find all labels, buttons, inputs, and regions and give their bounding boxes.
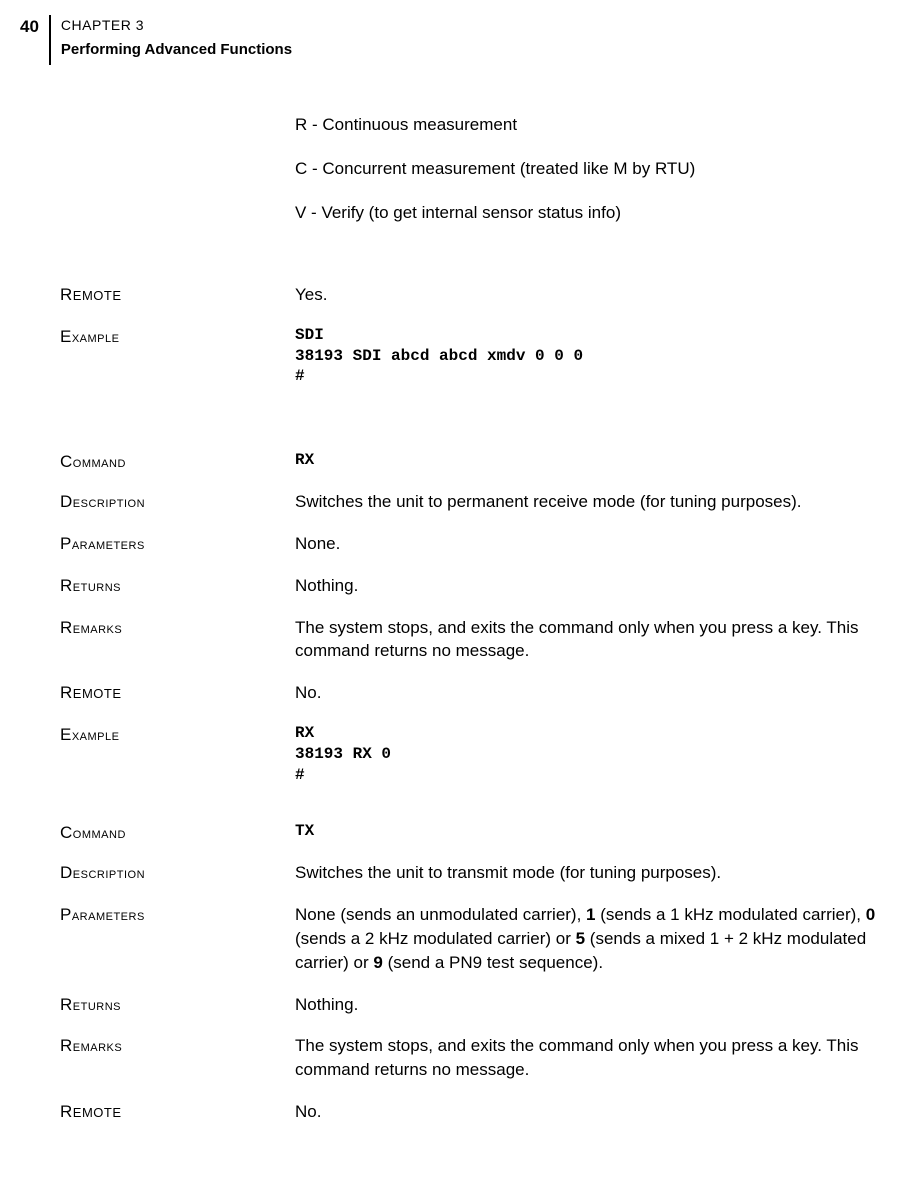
field-row-parameters: Parameters None. (60, 532, 879, 556)
bold-span: 0 (866, 905, 875, 924)
field-value: None. (295, 532, 879, 556)
field-value: Switches the unit to permanent receive m… (295, 490, 879, 514)
field-row-command: Command TX (60, 821, 879, 843)
text-span: None (sends an unmodulated carrier), (295, 905, 586, 924)
text-span: (sends a 2 kHz modulated carrier) or (295, 929, 576, 948)
field-value-parameters: None (sends an unmodulated carrier), 1 (… (295, 903, 879, 974)
field-label: Description (60, 490, 295, 512)
field-value-code: TX (295, 821, 879, 842)
field-row-parameters: Parameters None (sends an unmodulated ca… (60, 903, 879, 974)
field-value: Switches the unit to transmit mode (for … (295, 861, 879, 885)
content: R - Continuous measurement C - Concurren… (0, 65, 909, 1124)
field-label: Parameters (60, 532, 295, 554)
field-value-code: RX (295, 450, 879, 471)
field-label: REMOTE (60, 283, 295, 305)
intro-item: C - Concurrent measurement (treated like… (295, 159, 879, 179)
intro-item: V - Verify (to get internal sensor statu… (295, 203, 879, 223)
field-label: Command (60, 450, 295, 472)
field-value: No. (295, 681, 879, 705)
header-text: CHAPTER 3 Performing Advanced Functions (61, 15, 292, 58)
bold-span: 1 (586, 905, 595, 924)
field-label: Command (60, 821, 295, 843)
intro-item: R - Continuous measurement (295, 115, 879, 135)
field-value-code: RX 38193 RX 0 # (295, 723, 879, 785)
field-row-description: Description Switches the unit to permane… (60, 490, 879, 514)
field-row-remarks: Remarks The system stops, and exits the … (60, 1034, 879, 1082)
field-row-description: Description Switches the unit to transmi… (60, 861, 879, 885)
field-row-remote: REMOTE Yes. (60, 283, 879, 307)
field-row-example: Example RX 38193 RX 0 # (60, 723, 879, 785)
field-label: REMOTE (60, 681, 295, 703)
chapter-title: Performing Advanced Functions (61, 41, 292, 58)
field-label: Returns (60, 993, 295, 1015)
field-label: Remarks (60, 1034, 295, 1056)
field-value: The system stops, and exits the command … (295, 616, 879, 664)
page-number: 40 (0, 15, 49, 37)
intro-list: R - Continuous measurement C - Concurren… (295, 115, 879, 223)
text-span: (sends a 1 kHz modulated carrier), (596, 905, 866, 924)
field-value: No. (295, 1100, 879, 1124)
field-row-returns: Returns Nothing. (60, 574, 879, 598)
bold-span: 5 (576, 929, 585, 948)
field-label: Example (60, 723, 295, 745)
field-row-example: Example SDI 38193 SDI abcd abcd xmdv 0 0… (60, 325, 879, 387)
field-row-remote: REMOTE No. (60, 681, 879, 705)
field-row-remarks: Remarks The system stops, and exits the … (60, 616, 879, 664)
bold-span: 9 (373, 953, 382, 972)
header-divider (49, 15, 51, 65)
field-label: REMOTE (60, 1100, 295, 1122)
field-row-remote: REMOTE No. (60, 1100, 879, 1124)
field-label: Parameters (60, 903, 295, 925)
field-value: Nothing. (295, 993, 879, 1017)
chapter-label: CHAPTER 3 (61, 17, 292, 33)
field-value-code: SDI 38193 SDI abcd abcd xmdv 0 0 0 # (295, 325, 879, 387)
field-row-returns: Returns Nothing. (60, 993, 879, 1017)
field-row-command: Command RX (60, 450, 879, 472)
page-header: 40 CHAPTER 3 Performing Advanced Functio… (0, 0, 909, 65)
field-label: Returns (60, 574, 295, 596)
field-value: Nothing. (295, 574, 879, 598)
field-label: Description (60, 861, 295, 883)
field-value: Yes. (295, 283, 879, 307)
field-value: The system stops, and exits the command … (295, 1034, 879, 1082)
field-label: Example (60, 325, 295, 347)
text-span: (send a PN9 test sequence). (383, 953, 603, 972)
field-label: Remarks (60, 616, 295, 638)
